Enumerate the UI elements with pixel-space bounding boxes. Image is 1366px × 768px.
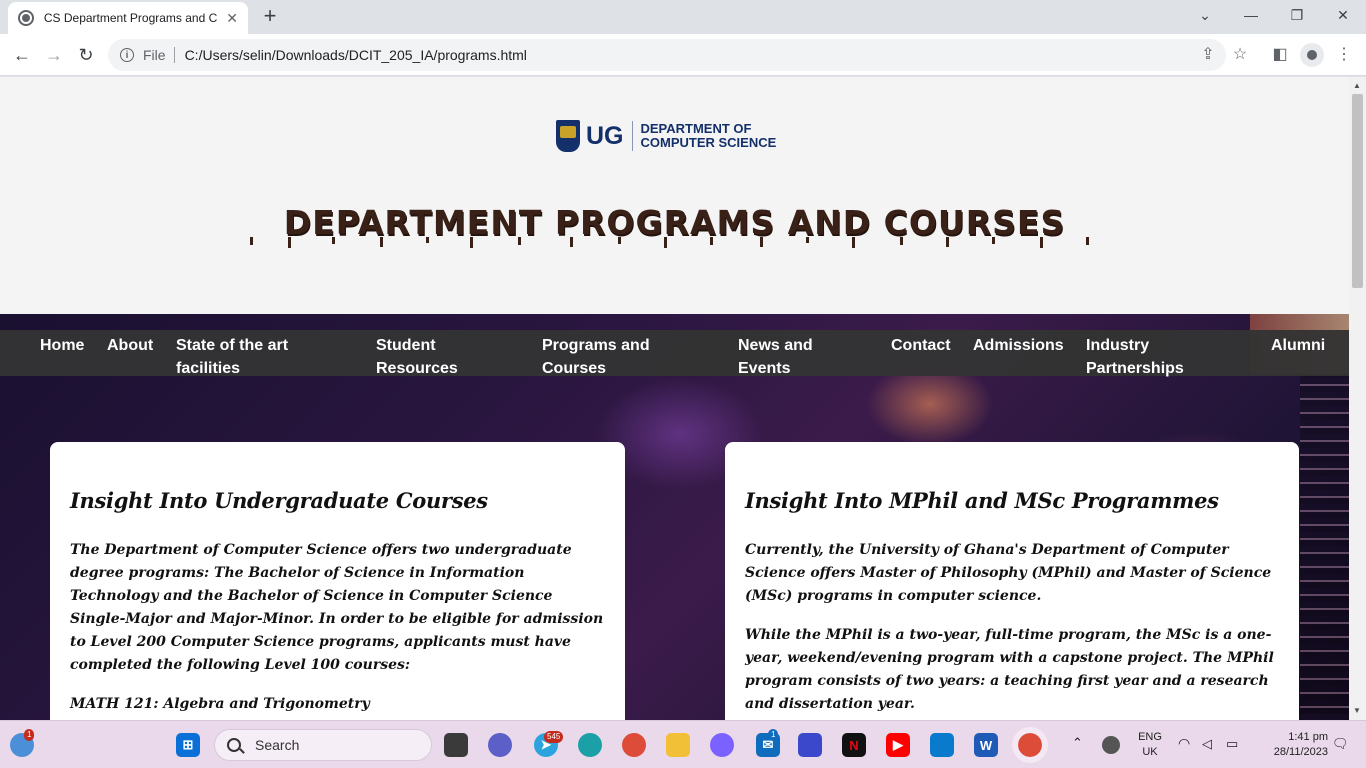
app-icon[interactable]: [798, 733, 822, 757]
logo-line-2: COMPUTER SCIENCE: [640, 135, 777, 150]
search-icon: [227, 738, 241, 752]
teams-chat-icon[interactable]: [488, 733, 512, 757]
nav-industry-line2: Partnerships: [1086, 360, 1184, 377]
nav-home[interactable]: Home: [40, 334, 84, 357]
back-button[interactable]: ←: [10, 43, 34, 67]
postgrad-card: Insight Into MPhil and MSc Programmes Cu…: [725, 442, 1299, 720]
nav-news-events[interactable]: News and Events: [738, 334, 813, 380]
new-tab-button[interactable]: +: [258, 4, 282, 28]
windows-start-icon[interactable]: ⊞: [176, 733, 200, 757]
task-view-icon[interactable]: [444, 733, 468, 757]
os-taskbar: 1 ⊞ Search ➤ 545 ✉ 1 N ▶ W ⌃ ENG UK ◠ ◁ …: [0, 720, 1366, 768]
nav-news-line1: News and: [738, 337, 813, 354]
scroll-up-icon[interactable]: ▲: [1353, 81, 1361, 90]
nav-student-resources[interactable]: Student Resources: [376, 334, 458, 380]
postgrad-heading: Insight Into MPhil and MSc Programmes: [745, 488, 1219, 513]
logo-text: DEPARTMENT OF COMPUTER SCIENCE: [641, 122, 777, 150]
logo-line-1: DEPARTMENT OF: [640, 121, 752, 136]
youtube-icon[interactable]: ▶: [886, 733, 910, 757]
vscode-icon[interactable]: [930, 733, 954, 757]
nav-news-line2: Events: [738, 360, 791, 377]
volume-icon[interactable]: ◁: [1202, 736, 1212, 751]
nav-facilities[interactable]: State of the art facilities: [176, 334, 288, 380]
battery-icon[interactable]: ▭: [1226, 736, 1238, 751]
undergrad-heading: Insight Into Undergraduate Courses: [70, 488, 488, 513]
info-icon[interactable]: i: [120, 48, 134, 62]
page-viewport: UG DEPARTMENT OF COMPUTER SCIENCE DEPART…: [0, 77, 1349, 720]
show-hidden-icons-chevron[interactable]: ⌃: [1072, 735, 1083, 750]
chrome-active-icon[interactable]: [1012, 727, 1048, 763]
nav-programs-line2: Courses: [542, 360, 607, 377]
telegram-badge: 545: [544, 731, 564, 743]
side-panel-icon[interactable]: ◧: [1268, 43, 1292, 67]
tab-strip: CS Department Programs and C ✕ + ⌄ — ❐ ✕: [0, 0, 1366, 34]
nav-admissions[interactable]: Admissions: [973, 334, 1064, 357]
clock-time: 1:41 pm: [1288, 731, 1328, 743]
word-icon[interactable]: W: [974, 733, 998, 757]
language-line-1: ENG: [1138, 731, 1162, 743]
title-drip-decoration: [250, 237, 1089, 248]
undergrad-paragraph-2: MATH 121: Algebra and Trigonometry: [70, 696, 370, 712]
main-nav: Home About State of the art facilities S…: [0, 330, 1349, 377]
nav-industry-line1: Industry: [1086, 337, 1150, 354]
edge-icon[interactable]: [578, 733, 602, 757]
url-separator: [173, 47, 175, 63]
nav-resources-line2: Resources: [376, 360, 458, 377]
undergrad-card: Insight Into Undergraduate Courses The D…: [50, 442, 625, 720]
language-indicator[interactable]: ENG UK: [1132, 730, 1168, 760]
nav-resources-line1: Student: [376, 337, 436, 354]
share-icon[interactable]: ⇪: [1196, 43, 1220, 67]
language-line-2: UK: [1142, 746, 1158, 758]
file-explorer-icon[interactable]: [666, 733, 690, 757]
close-tab-icon[interactable]: ✕: [226, 10, 238, 27]
tab-search-icon[interactable]: ⌄: [1182, 0, 1228, 30]
ug-logo: UG DEPARTMENT OF COMPUTER SCIENCE: [556, 119, 776, 153]
ug-crest-icon: [556, 120, 580, 152]
url-scheme-label: File: [143, 47, 166, 63]
browser-tab[interactable]: CS Department Programs and C ✕: [8, 2, 248, 34]
page-scrollbar[interactable]: ▲ ▼: [1349, 77, 1366, 720]
nav-about[interactable]: About: [107, 334, 153, 357]
nav-facilities-line1: State of the art: [176, 337, 289, 354]
close-window-button[interactable]: ✕: [1320, 0, 1366, 30]
scrollbar-thumb[interactable]: [1352, 94, 1363, 288]
profile-avatar[interactable]: [1300, 43, 1324, 67]
chrome-icon[interactable]: [622, 733, 646, 757]
browser-toolbar: ← → ↻ i File C:/Users/selin/Downloads/DC…: [0, 34, 1366, 76]
postgrad-paragraph-2: While the MPhil is a two-year, full-time…: [745, 627, 1274, 712]
forward-button[interactable]: →: [42, 43, 66, 67]
taskbar-search-placeholder: Search: [255, 737, 300, 753]
scroll-down-icon[interactable]: ▼: [1353, 706, 1361, 715]
postgrad-paragraph-1: Currently, the University of Ghana's Dep…: [745, 542, 1272, 604]
nav-contact[interactable]: Contact: [891, 334, 951, 357]
netflix-icon[interactable]: N: [842, 733, 866, 757]
nav-industry-partnerships[interactable]: Industry Partnerships: [1086, 334, 1184, 380]
tab-title: CS Department Programs and C: [43, 11, 218, 25]
clock[interactable]: 1:41 pm 28/11/2023: [1256, 730, 1328, 760]
bookmark-star-icon[interactable]: ☆: [1228, 43, 1252, 67]
clock-date: 28/11/2023: [1273, 746, 1328, 758]
reload-button[interactable]: ↻: [74, 43, 98, 67]
taskbar-search[interactable]: Search: [214, 729, 432, 761]
undergrad-paragraph-1: The Department of Computer Science offer…: [70, 542, 604, 673]
logo-short: UG: [586, 121, 624, 150]
globe-icon: [18, 10, 34, 26]
nav-facilities-line2: facilities: [176, 360, 241, 377]
tray-app-icon[interactable]: [1102, 736, 1120, 754]
restore-button[interactable]: ❐: [1274, 0, 1320, 30]
copilot-icon[interactable]: [710, 733, 734, 757]
nav-programs-courses[interactable]: Programs and Courses: [542, 334, 650, 380]
address-bar[interactable]: i File C:/Users/selin/Downloads/DCIT_205…: [108, 39, 1226, 71]
nav-programs-line1: Programs and: [542, 337, 650, 354]
nav-alumni[interactable]: Alumni: [1271, 334, 1325, 357]
url-text[interactable]: C:/Users/selin/Downloads/DCIT_205_IA/pro…: [185, 47, 527, 63]
minimize-button[interactable]: —: [1228, 0, 1274, 30]
hero-code-strip: [1300, 374, 1349, 714]
menu-kebab-icon[interactable]: ⋮: [1332, 43, 1356, 67]
wifi-icon[interactable]: ◠: [1178, 736, 1190, 751]
logo-divider: [631, 121, 633, 151]
notifications-icon[interactable]: 🗨: [1332, 736, 1349, 751]
